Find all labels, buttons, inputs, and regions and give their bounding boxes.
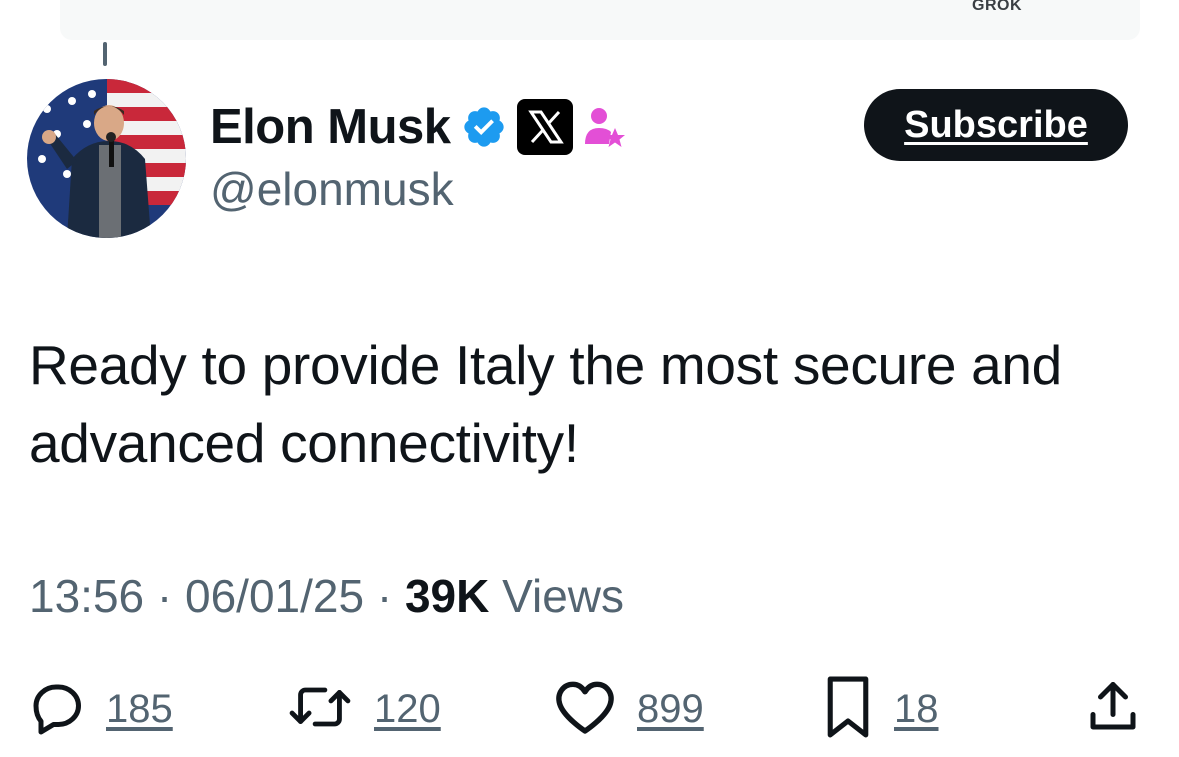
subscribe-button[interactable]: Subscribe — [864, 89, 1128, 161]
repost-count[interactable]: 120 — [374, 687, 441, 732]
avatar-image — [27, 79, 186, 238]
bookmark-button[interactable]: 18 — [822, 672, 939, 746]
reply-icon — [26, 677, 86, 742]
bookmark-count[interactable]: 18 — [894, 687, 939, 732]
author-name-row: Elon Musk — [210, 96, 627, 158]
tweet-time[interactable]: 13:56 — [29, 570, 144, 622]
tweet-meta: 13:56 · 06/01/25 · 39K Views — [29, 568, 624, 624]
reply-button[interactable]: 185 — [26, 672, 173, 746]
avatar[interactable] — [27, 79, 186, 238]
tweet-date[interactable]: 06/01/25 — [185, 570, 364, 622]
author-display-name[interactable]: Elon Musk — [210, 102, 451, 152]
person-star-icon[interactable] — [583, 104, 627, 150]
repost-icon — [286, 677, 354, 742]
tweet-text: Ready to provide Italy the most secure a… — [29, 334, 1062, 474]
meta-separator: · — [376, 570, 393, 622]
thread-connector-line — [103, 42, 107, 66]
like-count[interactable]: 899 — [637, 687, 704, 732]
grok-label[interactable]: GROK — [972, 0, 1022, 15]
views-count: 39K — [404, 570, 490, 622]
reply-count[interactable]: 185 — [106, 687, 173, 732]
repost-button[interactable]: 120 — [286, 672, 441, 746]
tweet-actions-bar: 185 120 899 18 — [0, 672, 1179, 746]
meta-separator: · — [156, 570, 173, 622]
x-logo-icon[interactable] — [516, 99, 573, 155]
tweet-detail-page: GROK Elon Musk @elonmusk Subscribe Ready… — [0, 0, 1179, 757]
share-icon — [1083, 677, 1143, 742]
verified-badge-icon[interactable] — [461, 104, 507, 150]
author-handle[interactable]: @elonmusk — [210, 166, 454, 212]
share-button[interactable] — [1083, 672, 1143, 746]
heart-icon — [553, 677, 617, 742]
views-label: Views — [502, 570, 625, 622]
bookmark-icon — [822, 674, 874, 745]
like-button[interactable]: 899 — [553, 672, 704, 746]
